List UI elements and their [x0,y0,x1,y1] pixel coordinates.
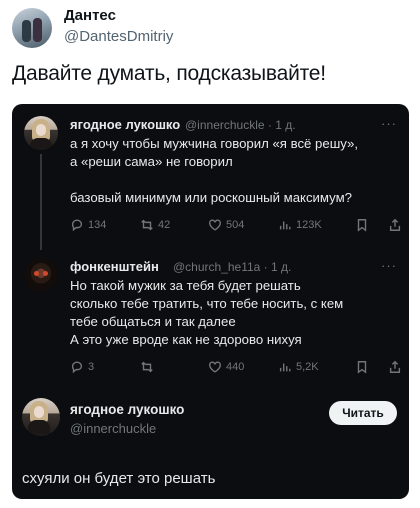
share-icon [389,218,401,231]
more-icon[interactable]: ··· [381,258,397,273]
author-name[interactable]: ягодное лукошко [70,117,180,132]
bookmark-button[interactable] [355,218,369,232]
views-button[interactable]: 5,2K [278,360,319,374]
author-meta[interactable]: @church_he11a · 1 д. [173,260,291,274]
author-name[interactable]: ягодное лукошко [70,402,184,417]
views-count: 5,2K [296,361,319,373]
bookmark-icon [357,219,367,232]
retweet-button[interactable]: 42 [140,218,170,232]
like-count: 504 [226,219,245,231]
author-name[interactable]: Дантес [64,7,116,24]
outer-tweet-header: Дантес @DantesDmitriy [12,6,408,48]
author-handle[interactable]: @innerchuckle [70,421,156,436]
retweet-count: 42 [158,219,171,231]
share-button[interactable] [388,360,402,374]
retweet-icon [141,219,153,231]
author-meta[interactable]: @innerchuckle · 1 д. [185,118,296,132]
bookmark-icon [357,361,367,374]
tweet-text: схуяли он будет это решать [22,470,216,487]
like-button[interactable]: 504 [208,218,244,232]
retweet-button[interactable] [140,360,158,374]
author-handle[interactable]: @DantesDmitriy [64,28,173,45]
heart-icon [209,361,221,373]
like-button[interactable]: 440 [208,360,244,374]
tweet-text: Давайте думать, подсказывайте! [12,62,326,85]
reply-icon [71,361,83,374]
share-button[interactable] [388,218,402,232]
tweet-actions: 134 42 504 123K [70,218,402,234]
quoted-thread-card[interactable]: ягодное лукошко @innerchuckle · 1 д. ···… [12,104,409,499]
tweet-line: сколько тебе тратить, что тебе носить, с… [70,296,344,311]
follow-button[interactable]: Читать [329,401,397,425]
tweet-actions: 3 440 5,2K [70,360,402,376]
reply-icon [71,219,83,232]
more-icon[interactable]: ··· [381,116,397,131]
thread-line [40,154,42,250]
heart-icon [209,219,221,231]
analytics-icon [279,363,291,372]
bookmark-button[interactable] [355,360,369,374]
share-icon [389,360,401,373]
reply-button[interactable]: 3 [70,360,94,374]
tweet-line: а я хочу чтобы мужчина говорил «я всё ре… [70,136,359,151]
avatar[interactable] [24,116,58,150]
tweet-line: А это уже вроде как не здорово нихуя [70,332,302,347]
reply-count: 134 [88,219,107,231]
reply-button[interactable]: 134 [70,218,106,232]
tweet-line: а «реши сама» не говорил [70,154,233,169]
retweet-icon [141,361,153,373]
analytics-icon [279,221,291,230]
reply-count: 3 [88,361,95,373]
views-count: 123K [296,219,322,231]
tweet-line: базовый минимум или роскошный максимум? [70,190,352,205]
avatar[interactable] [24,258,58,292]
tweet-line: Но такой мужик за тебя будет решать [70,278,301,293]
author-name[interactable]: фонкенштейн [70,259,159,274]
avatar[interactable] [22,398,60,436]
like-count: 440 [226,361,245,373]
avatar[interactable] [12,8,52,48]
views-button[interactable]: 123K [278,218,322,232]
tweet-line: тебе общаться и так далее [70,314,236,329]
